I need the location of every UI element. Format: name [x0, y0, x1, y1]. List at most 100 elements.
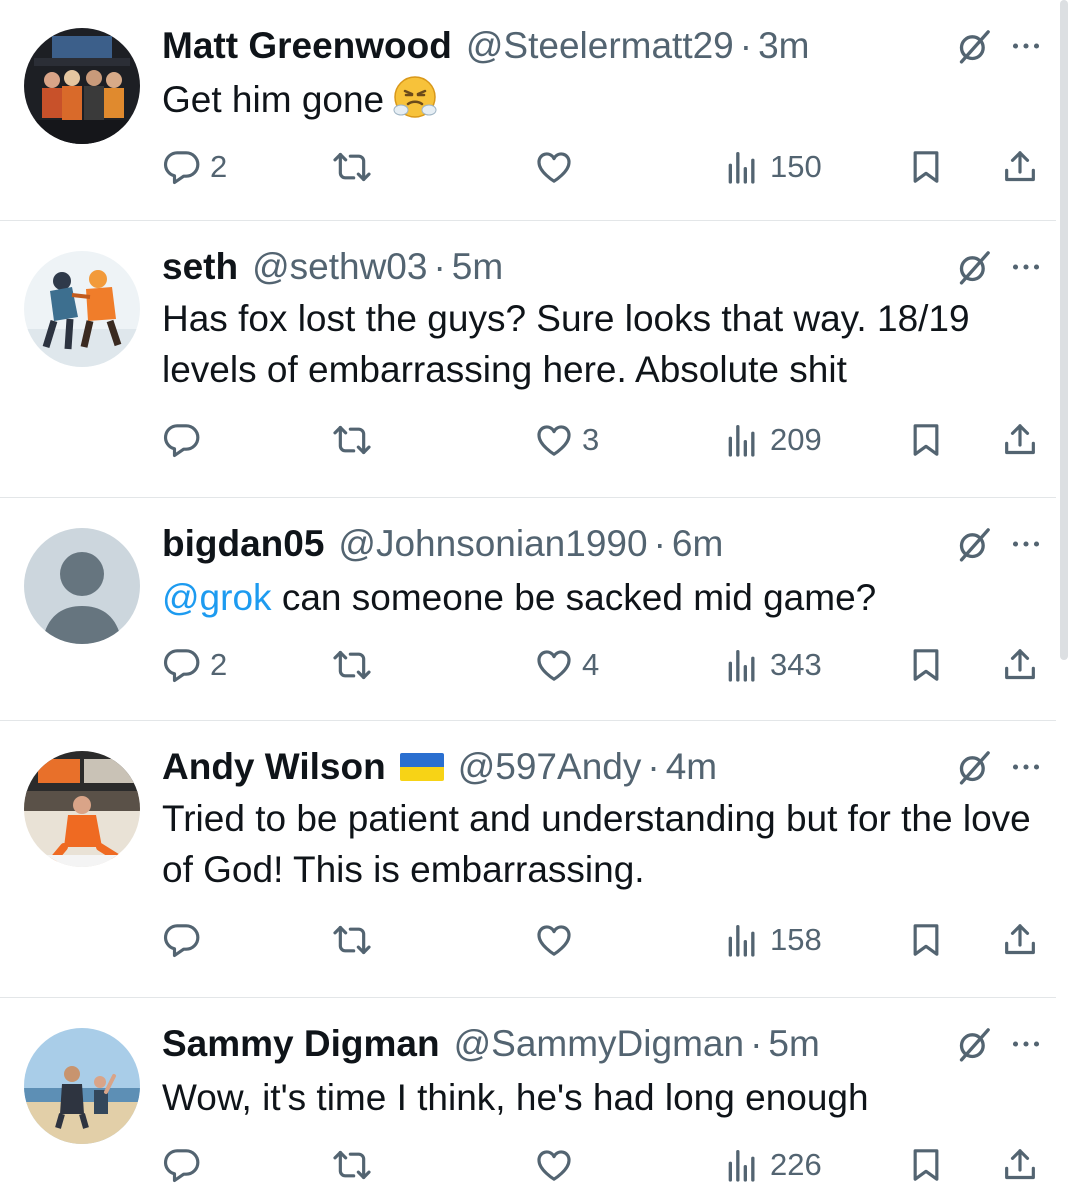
- bookmark-icon: [906, 420, 946, 460]
- author-name[interactable]: bigdan05: [162, 522, 324, 566]
- timestamp[interactable]: 5m: [452, 245, 503, 289]
- separator-dot: ·: [647, 746, 660, 787]
- tweet[interactable]: seth @sethw03 · 5m Has fox lost the guys…: [0, 221, 1056, 498]
- share-icon: [1000, 1145, 1040, 1185]
- more-icon[interactable]: [1008, 1026, 1044, 1062]
- views-button[interactable]: 343: [722, 640, 822, 690]
- timestamp[interactable]: 3m: [758, 24, 809, 68]
- timestamp[interactable]: 6m: [672, 522, 723, 566]
- grok-icon[interactable]: [954, 747, 994, 787]
- tweet[interactable]: Sammy Digman @SammyDigman · 5m Wow, it's…: [0, 998, 1056, 1204]
- grok-icon[interactable]: [954, 1024, 994, 1064]
- like-button[interactable]: [534, 915, 582, 965]
- share-button[interactable]: [1000, 415, 1040, 465]
- more-icon[interactable]: [1008, 526, 1044, 562]
- share-button[interactable]: [1000, 142, 1040, 192]
- tweet-text: @grok can someone be sacked mid game?: [162, 572, 1036, 623]
- view-count: 150: [770, 149, 822, 184]
- reply-icon: [162, 645, 202, 685]
- avatar[interactable]: [24, 251, 140, 367]
- action-bar: 3 209: [162, 415, 1056, 465]
- bookmark-button[interactable]: [906, 1140, 946, 1190]
- retweet-icon: [332, 645, 372, 685]
- bookmark-icon: [906, 920, 946, 960]
- share-icon: [1000, 420, 1040, 460]
- views-button[interactable]: 150: [722, 142, 822, 192]
- avatar[interactable]: [24, 528, 140, 644]
- avatar[interactable]: [24, 28, 140, 144]
- bookmark-button[interactable]: [906, 640, 946, 690]
- author-name[interactable]: seth: [162, 245, 238, 289]
- view-count: 343: [770, 647, 822, 682]
- like-button[interactable]: [534, 1140, 582, 1190]
- author-name[interactable]: Andy Wilson: [162, 745, 386, 789]
- views-icon: [722, 1145, 762, 1185]
- retweet-icon: [332, 420, 372, 460]
- separator-dot: ·: [750, 1023, 763, 1064]
- grok-icon[interactable]: [954, 247, 994, 287]
- retweet-icon: [332, 147, 372, 187]
- retweet-button[interactable]: [332, 915, 380, 965]
- views-button[interactable]: 209: [722, 415, 822, 465]
- tweet-text: Get him gone: [162, 74, 1036, 125]
- author-name[interactable]: Matt Greenwood: [162, 24, 452, 68]
- share-button[interactable]: [1000, 640, 1040, 690]
- action-bar: 2 4 343: [162, 640, 1056, 690]
- like-button[interactable]: 3: [534, 415, 599, 465]
- author-handle[interactable]: @sethw03: [252, 245, 427, 289]
- bookmark-button[interactable]: [906, 915, 946, 965]
- retweet-button[interactable]: [332, 142, 380, 192]
- author-handle[interactable]: @Johnsonian1990: [338, 522, 647, 566]
- bookmark-button[interactable]: [906, 142, 946, 192]
- action-bar: 2 150: [162, 142, 1056, 192]
- reply-button[interactable]: [162, 415, 210, 465]
- share-icon: [1000, 920, 1040, 960]
- more-icon[interactable]: [1008, 28, 1044, 64]
- grok-icon[interactable]: [954, 26, 994, 66]
- tweet[interactable]: bigdan05 @Johnsonian1990 · 6m @grok can …: [0, 498, 1056, 721]
- views-icon: [722, 420, 762, 460]
- more-icon[interactable]: [1008, 249, 1044, 285]
- share-button[interactable]: [1000, 915, 1040, 965]
- like-button[interactable]: 4: [534, 640, 599, 690]
- views-button[interactable]: 158: [722, 915, 822, 965]
- more-icon[interactable]: [1008, 749, 1044, 785]
- tweet[interactable]: Andy Wilson @597Andy · 4m Tried to be pa…: [0, 721, 1056, 998]
- heart-icon: [534, 920, 574, 960]
- bookmark-icon: [906, 645, 946, 685]
- timestamp[interactable]: 4m: [666, 745, 717, 789]
- scrollbar[interactable]: [1060, 0, 1068, 660]
- reply-button[interactable]: [162, 1140, 210, 1190]
- separator-dot: ·: [653, 523, 666, 564]
- tweet-header: Matt Greenwood @Steelermatt29 · 3m: [162, 24, 946, 68]
- reply-button[interactable]: [162, 915, 210, 965]
- author-handle[interactable]: @597Andy: [458, 745, 642, 789]
- retweet-button[interactable]: [332, 415, 380, 465]
- separator-dot: ·: [739, 25, 753, 66]
- reply-button[interactable]: 2: [162, 142, 227, 192]
- tweet-header: seth @sethw03 · 5m: [162, 245, 946, 289]
- avatar[interactable]: [24, 1028, 140, 1144]
- author-handle[interactable]: @Steelermatt29: [466, 24, 734, 68]
- retweet-button[interactable]: [332, 1140, 380, 1190]
- mention-link[interactable]: @grok: [162, 577, 272, 618]
- author-handle[interactable]: @SammyDigman: [454, 1022, 744, 1066]
- like-count: 4: [582, 647, 600, 682]
- avatar[interactable]: [24, 751, 140, 867]
- like-button[interactable]: [534, 142, 582, 192]
- bookmark-button[interactable]: [906, 415, 946, 465]
- grok-icon[interactable]: [954, 524, 994, 564]
- share-icon: [1000, 147, 1040, 187]
- views-button[interactable]: 226: [722, 1140, 822, 1190]
- author-name[interactable]: Sammy Digman: [162, 1022, 440, 1066]
- separator-dot: ·: [433, 246, 446, 287]
- share-button[interactable]: [1000, 1140, 1040, 1190]
- timestamp[interactable]: 5m: [768, 1022, 819, 1066]
- retweet-button[interactable]: [332, 640, 380, 690]
- tweet[interactable]: Matt Greenwood @Steelermatt29 · 3m Get h…: [0, 0, 1056, 221]
- view-count: 209: [770, 422, 822, 457]
- view-count: 226: [770, 1147, 822, 1182]
- tweet-body: can someone be sacked mid game?: [271, 577, 877, 618]
- view-count: 158: [770, 922, 822, 957]
- reply-button[interactable]: 2: [162, 640, 227, 690]
